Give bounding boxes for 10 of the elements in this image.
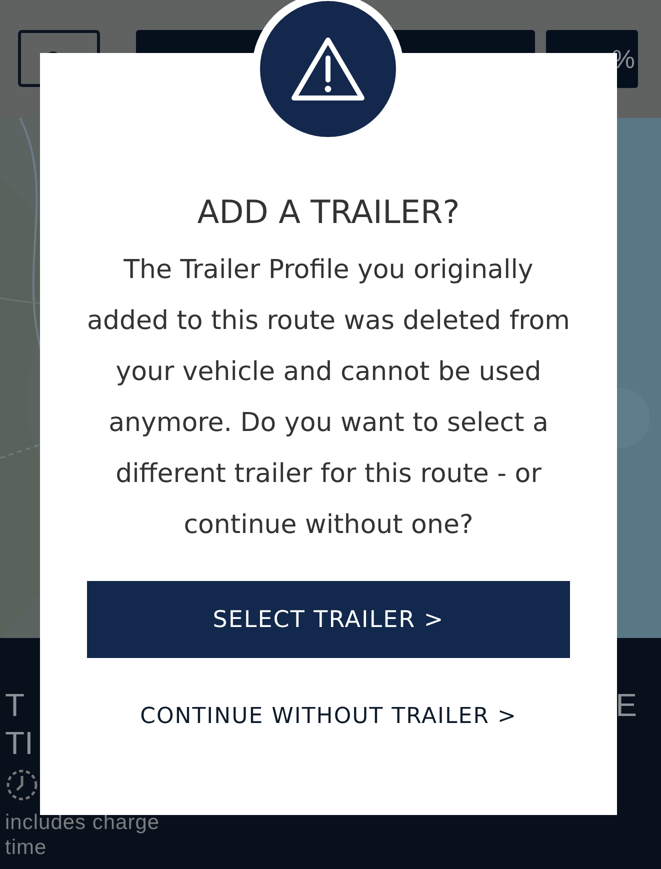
- clock-icon: [5, 768, 39, 802]
- continue-link[interactable]: CONTINUE WITHOUT TRAILER >: [136, 700, 521, 733]
- warning-icon: [290, 36, 366, 102]
- summary-label: E: [616, 686, 637, 725]
- dialog-message: The Trailer Profile you originally added to this route was deleted from your vehicle and cannot be used anymore. Do you want to select a different trailer for this route - or continue without one?: [86, 254, 571, 542]
- select-trailer-button[interactable]: SELECT TRAILER >: [87, 581, 570, 658]
- summary-label: TI: [5, 724, 34, 762]
- dialog-title: ADD A TRAILER?: [197, 193, 460, 231]
- summary-label: T: [5, 686, 26, 724]
- charge-note: includes charge time: [5, 810, 161, 860]
